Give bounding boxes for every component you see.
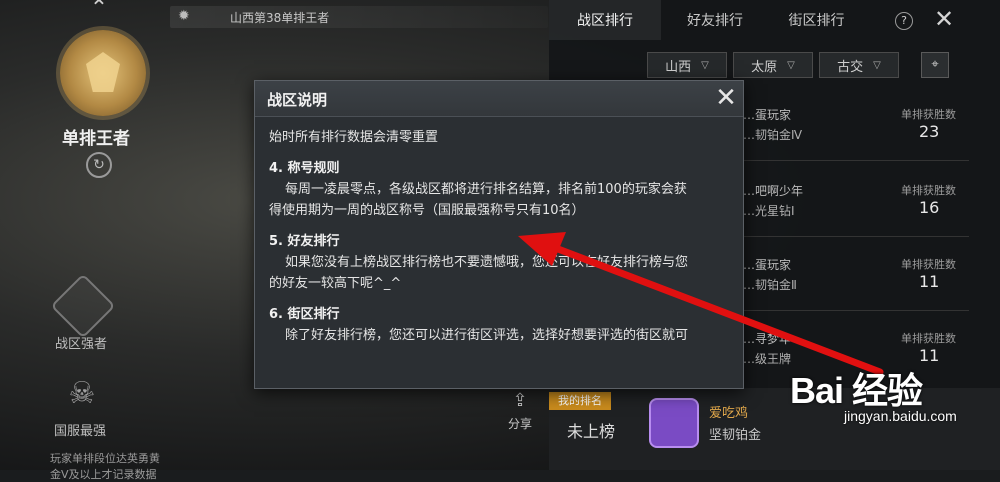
area-badge-icon[interactable] bbox=[50, 273, 116, 339]
close-icon[interactable]: ✕ bbox=[927, 4, 961, 36]
player-tier: …光星钻Ⅰ bbox=[743, 204, 795, 218]
footnote: 玩家单排段位达英勇黄金Ⅴ及以上才记录数据 bbox=[50, 452, 160, 481]
dialog-intro: 始时所有排行数据会清零重置 bbox=[269, 130, 439, 145]
province-select[interactable]: 山西 ▽ bbox=[647, 52, 727, 78]
district-value: 古交 bbox=[837, 59, 864, 75]
refresh-icon[interactable]: ↻ bbox=[86, 152, 112, 178]
province-value: 山西 bbox=[665, 59, 692, 75]
player-name: …蛋玩家 bbox=[743, 108, 792, 122]
table-row[interactable]: …蛋玩家 …韧铂金Ⅱ 单排获胜数 11 bbox=[741, 252, 961, 308]
dialog-title: 战区说明 bbox=[267, 91, 328, 109]
watermark-url: jingyan.baidu.com bbox=[844, 408, 957, 424]
section-title: 4. 称号规则 bbox=[269, 161, 340, 176]
tab-area-ranking[interactable]: 战区排行 bbox=[549, 0, 661, 40]
my-rank-status: 未上榜 bbox=[567, 422, 616, 441]
rank-title: 单排王者 bbox=[62, 129, 130, 149]
area-info-dialog: 战区说明 ✕ 始时所有排行数据会清零重置 4. 称号规则 每周一凌晨零点，各级战… bbox=[254, 80, 744, 389]
row-divider bbox=[739, 310, 969, 311]
region-title: 山西第38单排王者 bbox=[230, 10, 330, 25]
region-filters: 山西 ▽ 太原 ▽ 古交 ▽ bbox=[647, 52, 899, 78]
close-icon[interactable]: ✕ bbox=[713, 85, 739, 113]
tab-street-ranking[interactable]: 街区排行 bbox=[769, 0, 864, 40]
win-label: 单排获胜数 bbox=[901, 332, 956, 345]
player-name: …蛋玩家 bbox=[743, 258, 792, 272]
section-title: 5. 好友排行 bbox=[269, 234, 340, 249]
win-count: 11 bbox=[919, 272, 940, 291]
my-tier: 坚韧铂金 bbox=[709, 428, 762, 443]
location-pin-icon[interactable]: ⌖ bbox=[921, 52, 949, 78]
share-icon: ⇪ bbox=[512, 390, 528, 411]
baidu-watermark: Bai 经验 jingyan.baidu.com bbox=[790, 362, 990, 432]
row-divider bbox=[739, 236, 969, 237]
left-rail: ⌃ 单排王者 ↻ 战区强者 ☠ 国服最强 玩家单排段位达英勇黄金Ⅴ及以上才记录数… bbox=[0, 0, 160, 481]
dialog-body[interactable]: 始时所有排行数据会清零重置 4. 称号规则 每周一凌晨零点，各级战区都将进行排名… bbox=[269, 127, 733, 383]
tab-friend-ranking[interactable]: 好友排行 bbox=[661, 0, 769, 40]
row-divider bbox=[739, 160, 969, 161]
player-name: …吧啊少年 bbox=[743, 184, 804, 198]
chevron-up-icon: ⌃ bbox=[89, 0, 109, 21]
win-count: 23 bbox=[919, 122, 940, 141]
section-text: 如果您没有上榜战区排行榜也不要遗憾哦，您还可以在好友排行榜与您 bbox=[285, 255, 689, 270]
win-label: 单排获胜数 bbox=[901, 184, 956, 197]
avatar[interactable] bbox=[649, 398, 699, 448]
section-title: 6. 街区排行 bbox=[269, 307, 340, 322]
city-select[interactable]: 太原 ▽ bbox=[733, 52, 813, 78]
player-tier: …韧铂金Ⅳ bbox=[743, 128, 803, 142]
gear-badge-icon: ✹ bbox=[178, 8, 190, 24]
win-label: 单排获胜数 bbox=[901, 258, 956, 271]
national-badge-label: 国服最强 bbox=[54, 424, 107, 439]
city-value: 太原 bbox=[751, 59, 778, 75]
table-row[interactable]: …吧啊少年 …光星钻Ⅰ 单排获胜数 16 bbox=[741, 178, 961, 234]
player-name: …寻梦年 bbox=[743, 332, 792, 346]
my-name: 爱吃鸡 bbox=[709, 406, 749, 421]
win-label: 单排获胜数 bbox=[901, 108, 956, 121]
win-count: 16 bbox=[919, 198, 940, 217]
section-text-cont: 的好友一较高下呢^_^ bbox=[269, 276, 402, 291]
region-title-bar: ✹ 山西第38单排王者 bbox=[170, 6, 548, 28]
baidu-logo: Bai 经验 bbox=[790, 370, 923, 411]
table-row[interactable]: …蛋玩家 …韧铂金Ⅳ 单排获胜数 23 bbox=[741, 102, 961, 158]
section-text-cont: 得使用期为一周的战区称号（国服最强称号只有10名） bbox=[269, 203, 585, 218]
rank-emblem-icon bbox=[60, 30, 146, 116]
share-button[interactable]: ⇪ 分享 bbox=[500, 390, 540, 436]
national-badge-icon[interactable]: ☠ bbox=[58, 376, 106, 416]
chevron-down-icon: ▽ bbox=[701, 59, 709, 71]
section-text: 除了好友排行榜，您还可以进行街区评选，选择好想要评选的街区就可 bbox=[285, 328, 689, 343]
district-select[interactable]: 古交 ▽ bbox=[819, 52, 899, 78]
section-text: 每周一凌晨零点，各级战区都将进行排名结算，排名前100的玩家会获 bbox=[285, 182, 687, 197]
help-icon[interactable]: ? bbox=[895, 12, 913, 30]
chevron-down-icon: ▽ bbox=[873, 59, 881, 71]
chevron-down-icon: ▽ bbox=[787, 59, 795, 71]
area-badge-label: 战区强者 bbox=[55, 337, 108, 352]
my-rank-tag: 我的排名 bbox=[549, 392, 611, 410]
player-tier: …韧铂金Ⅱ bbox=[743, 278, 797, 292]
dialog-header: 战区说明 ✕ bbox=[255, 81, 743, 117]
player-tier: …级王牌 bbox=[743, 352, 792, 366]
share-label: 分享 bbox=[507, 417, 532, 431]
